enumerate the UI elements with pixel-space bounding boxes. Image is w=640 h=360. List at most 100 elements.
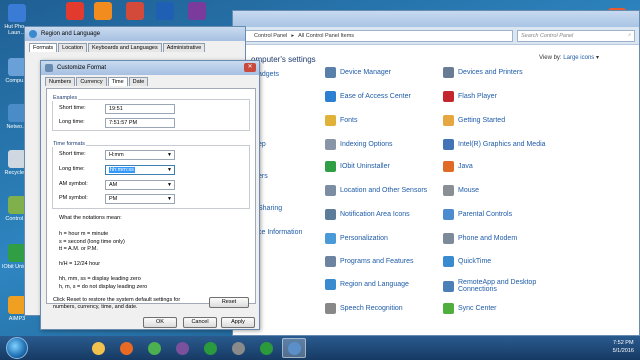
- apply-button[interactable]: Apply: [221, 317, 255, 328]
- desktop-icon[interactable]: [86, 2, 120, 22]
- taskbar-media-player-button[interactable]: [226, 338, 250, 358]
- view-by-value[interactable]: Large icons: [563, 55, 594, 61]
- system-tray-clock[interactable]: 7:52 PM 5/1/2016: [613, 339, 634, 355]
- examples-label: Examples: [52, 95, 79, 101]
- long-time-combo[interactable]: hh:mm:ss ▼: [105, 165, 175, 175]
- control-panel-item[interactable]: Fonts: [325, 115, 445, 126]
- control-panel-item-icon: [443, 139, 454, 150]
- control-panel-item[interactable]: Getting Started: [443, 115, 563, 126]
- taskbar-firefox-button[interactable]: [114, 338, 138, 358]
- taskbar-chrome-button[interactable]: [142, 338, 166, 358]
- ok-button[interactable]: OK: [143, 317, 177, 328]
- long-time-value[interactable]: hh:mm:ss: [109, 167, 135, 173]
- desktop-icon[interactable]: [148, 2, 182, 22]
- control-panel-item-icon: [325, 67, 336, 78]
- notation-line: h, m, s = do not display leading zero: [59, 283, 148, 290]
- taskbar-control-panel-button[interactable]: [282, 338, 306, 358]
- control-panel-item[interactable]: Indexing Options: [325, 139, 445, 150]
- close-button[interactable]: ✕: [244, 63, 256, 72]
- example-long-time-value: 7:51:57 PM: [105, 118, 175, 128]
- time-tab-panel: Examples Short time: 19:51 Long time: 7:…: [46, 88, 256, 304]
- tab-currency[interactable]: Currency: [76, 77, 107, 86]
- clock-time: 7:52 PM: [613, 340, 634, 346]
- pm-symbol-combo[interactable]: PM ▼: [105, 194, 175, 204]
- control-panel-item-icon: [443, 209, 454, 220]
- start-button[interactable]: [6, 337, 28, 359]
- tab-administrative[interactable]: Administrative: [162, 43, 206, 52]
- control-panel-item[interactable]: Region and Language: [325, 279, 445, 290]
- taskbar-torrent-button[interactable]: [198, 338, 222, 358]
- control-panel-icon: [287, 341, 301, 355]
- chrome-icon: [147, 341, 161, 355]
- cancel-button[interactable]: Cancel: [183, 317, 217, 328]
- short-time-combo[interactable]: H:mm ▼: [105, 150, 175, 160]
- taskbar: 7:52 PM 5/1/2016: [0, 336, 640, 360]
- chevron-down-icon: ▼: [167, 196, 172, 202]
- viber-icon: [175, 341, 189, 355]
- short-time-label: Short time:: [59, 151, 86, 157]
- chevron-down-icon: ▼: [167, 182, 172, 188]
- control-panel-item-label: Getting Started: [458, 117, 506, 124]
- control-panel-item[interactable]: Devices and Printers: [443, 67, 563, 78]
- region-tabs: Formats Location Keyboards and Languages…: [25, 41, 245, 52]
- control-panel-item[interactable]: Phone and Modem: [443, 233, 563, 244]
- search-input[interactable]: Search Control Panel ⌕: [517, 29, 635, 42]
- control-panel-link[interactable]: ce Information: [258, 229, 302, 236]
- tab-numbers[interactable]: Numbers: [45, 77, 76, 86]
- breadcrumb-control-panel[interactable]: Control Panel: [254, 33, 287, 39]
- search-placeholder: Search Control Panel: [521, 32, 574, 39]
- control-panel-item-label: Notification Area Icons: [340, 211, 410, 218]
- control-panel-link[interactable]: adgets: [258, 71, 279, 78]
- control-panel-item[interactable]: Flash Player: [443, 91, 563, 102]
- desktop-icon[interactable]: [118, 2, 152, 22]
- taskbar-torrent2-button[interactable]: [254, 338, 278, 358]
- control-panel-item[interactable]: Personalization: [325, 233, 445, 244]
- am-symbol-combo[interactable]: AM ▼: [105, 180, 175, 190]
- control-panel-item-icon: [443, 91, 454, 102]
- long-time-label: Long time:: [59, 166, 85, 172]
- customize-tabs: Numbers Currency Time Date: [45, 77, 149, 86]
- control-panel-item[interactable]: Speech Recognition: [325, 303, 445, 314]
- control-panel-item-label: QuickTime: [458, 258, 492, 265]
- control-panel-item[interactable]: RemoteApp and Desktop Connections: [443, 279, 563, 293]
- tab-date[interactable]: Date: [128, 77, 149, 86]
- control-panel-item[interactable]: Sync Center: [443, 303, 563, 314]
- settings-icon: [45, 64, 53, 72]
- media-player-icon: [231, 341, 245, 355]
- notation-line: h/H = 12/24 hour: [59, 261, 101, 267]
- control-panel-item[interactable]: Intel(R) Graphics and Media: [443, 139, 563, 150]
- view-by-label: View by:: [539, 55, 562, 61]
- tab-formats[interactable]: Formats: [29, 43, 58, 52]
- control-panel-item[interactable]: QuickTime: [443, 256, 563, 267]
- breadcrumb[interactable]: Control Panel ▸ All Control Panel Items: [237, 29, 513, 42]
- breadcrumb-all-items[interactable]: All Control Panel Items: [298, 33, 354, 39]
- desktop-icon[interactable]: [180, 2, 214, 22]
- app-icon: [8, 4, 26, 22]
- control-panel-item-label: RemoteApp and Desktop Connections: [458, 279, 537, 293]
- taskbar-viber-button[interactable]: [170, 338, 194, 358]
- control-panel-item[interactable]: IObit Uninstaller: [325, 161, 445, 172]
- control-panel-item[interactable]: Location and Other Sensors: [325, 185, 445, 196]
- customize-titlebar: Customize Format: [41, 61, 259, 75]
- control-panel-item[interactable]: Mouse: [443, 185, 563, 196]
- reset-button[interactable]: Reset: [209, 297, 249, 308]
- control-panel-item[interactable]: Ease of Access Center: [325, 91, 445, 102]
- tab-keyboards[interactable]: Keyboards and Languages: [87, 43, 162, 52]
- control-panel-item[interactable]: Notification Area Icons: [325, 209, 445, 220]
- notation-line: hh, mm, ss = display leading zero: [59, 276, 141, 282]
- control-panel-item-icon: [325, 279, 336, 290]
- tab-time[interactable]: Time: [107, 77, 128, 86]
- search-icon: ⌕: [627, 32, 631, 38]
- control-panel-window: Control Panel ▸ All Control Panel Items …: [232, 10, 640, 336]
- tab-location[interactable]: Location: [58, 43, 87, 52]
- control-panel-item-label: Region and Language: [340, 281, 409, 288]
- control-panel-link[interactable]: Sharing: [258, 205, 282, 212]
- control-panel-item[interactable]: Java: [443, 161, 563, 172]
- view-by[interactable]: View by: Large icons ▾: [539, 54, 599, 61]
- control-panel-item-icon: [325, 161, 336, 172]
- control-panel-item[interactable]: Device Manager: [325, 67, 445, 78]
- taskbar-explorer-button[interactable]: [86, 338, 110, 358]
- control-panel-item[interactable]: Programs and Features: [325, 256, 445, 267]
- control-panel-item[interactable]: Parental Controls: [443, 209, 563, 220]
- example-short-time-value: 19:51: [105, 104, 175, 114]
